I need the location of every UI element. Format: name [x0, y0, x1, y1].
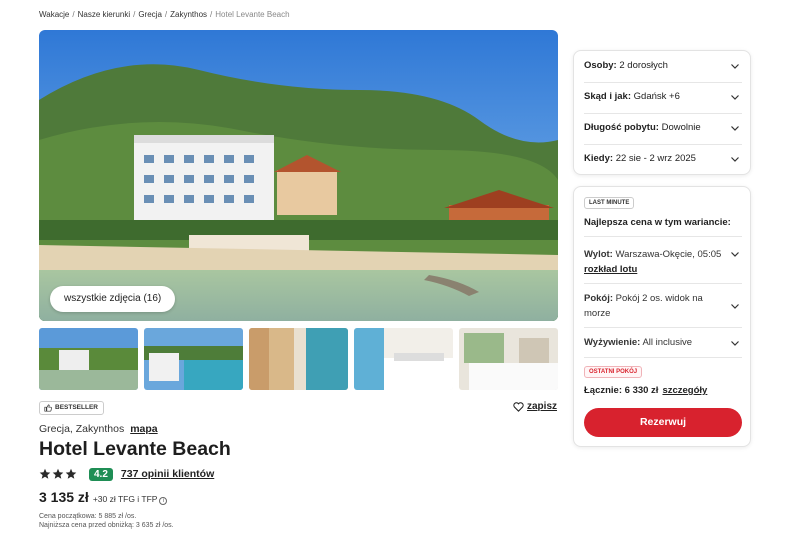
- last-room-badge: OSTATNI POKÓJ: [584, 366, 643, 378]
- thumbs-up-icon: [44, 404, 52, 412]
- lowest-price-note: Najniższa cena przed obniżką: 3 635 zł /…: [39, 522, 174, 529]
- info-icon[interactable]: i: [159, 497, 168, 505]
- board-label: Wyżywienie:: [584, 337, 641, 348]
- breadcrumb-current: Hotel Levante Beach: [215, 10, 290, 19]
- departure-label: Skąd i jak:: [584, 91, 631, 102]
- board-field[interactable]: Wyżywienie: All inclusive: [584, 337, 692, 348]
- search-panel: Osoby: 2 dorosłych Skąd i jak: Gdańsk +6…: [573, 50, 751, 175]
- reviews-link[interactable]: 737 opinii klientów: [121, 468, 214, 480]
- persons-value: 2 dorosłych: [619, 60, 668, 71]
- map-link[interactable]: mapa: [130, 423, 157, 435]
- save-button[interactable]: zapisz: [513, 401, 557, 412]
- flight-value: Warszawa-Okęcie, 05:05: [615, 249, 722, 260]
- persons-field[interactable]: Osoby: 2 dorosłych: [584, 60, 742, 71]
- price: 3 135 zł: [39, 489, 89, 505]
- star-icon: [39, 468, 51, 479]
- total-label: Łącznie: 6 330 zł: [584, 385, 659, 396]
- breadcrumb-item-wakacje[interactable]: Wakacje: [39, 10, 69, 19]
- save-label: zapisz: [527, 401, 558, 412]
- room-field[interactable]: Pokój: Pokój 2 os. widok na morze: [584, 291, 724, 321]
- chevron-down-icon: [731, 304, 739, 309]
- chevron-down-icon: [731, 341, 739, 346]
- thumbnail-4[interactable]: [354, 328, 453, 390]
- departure-field[interactable]: Skąd i jak: Gdańsk +6: [584, 91, 742, 102]
- hotel-title: Hotel Levante Beach: [39, 438, 231, 460]
- breadcrumb: Wakacje / Nasze kierunki / Grecja / Zakynthos /…: [39, 10, 290, 19]
- heart-icon: [513, 401, 524, 412]
- flight-schedule-link[interactable]: rozkład lotu: [584, 264, 637, 275]
- flight-label: Wylot:: [584, 249, 613, 260]
- duration-label: Długość pobytu:: [584, 122, 659, 133]
- chevron-down-icon: [731, 252, 739, 257]
- chevron-down-icon: [731, 157, 739, 162]
- breadcrumb-item-kierunki[interactable]: Nasze kierunki: [78, 10, 130, 19]
- thumbnail-1[interactable]: [39, 328, 138, 390]
- star-icon: [52, 468, 64, 479]
- chevron-down-icon: [731, 64, 739, 69]
- breadcrumb-item-grecja[interactable]: Grecja: [138, 10, 162, 19]
- flight-field[interactable]: Wylot: Warszawa-Okęcie, 05:05 rozkład lo…: [584, 247, 721, 277]
- thumbnail-3[interactable]: [249, 328, 348, 390]
- bestseller-badge: BESTSELLER: [39, 401, 104, 415]
- dates-label: Kiedy:: [584, 153, 614, 164]
- hotel-location: Grecja, Zakynthos mapa: [39, 423, 158, 435]
- hotel-stars: [39, 468, 77, 480]
- details-link[interactable]: szczegóły: [662, 385, 707, 396]
- departure-value: Gdańsk +6: [633, 91, 680, 102]
- thumbnail-strip: [39, 328, 558, 390]
- bestseller-label: BESTSELLER: [55, 404, 98, 411]
- start-price-note: Cena początkowa: 5 885 zł /os.: [39, 513, 137, 520]
- all-photos-button[interactable]: wszystkie zdjęcia (16): [50, 286, 176, 312]
- persons-label: Osoby:: [584, 60, 617, 71]
- last-minute-badge: LAST MINUTE: [584, 197, 635, 209]
- star-icon: [65, 468, 77, 479]
- board-value: All inclusive: [642, 337, 693, 348]
- price-extra: +30 zł TFG i TFP: [92, 494, 158, 504]
- duration-field[interactable]: Długość pobytu: Dowolnie: [584, 122, 742, 133]
- offer-panel: LAST MINUTE Najlepsza cena w tym warianc…: [573, 186, 751, 447]
- chevron-down-icon: [731, 126, 739, 131]
- duration-value: Dowolnie: [661, 122, 701, 133]
- dates-value: 22 sie - 2 wrz 2025: [615, 153, 696, 164]
- location-text: Grecja, Zakynthos: [39, 423, 125, 435]
- best-price-heading: Najlepsza cena w tym wariancie:: [584, 217, 731, 228]
- hero-photo[interactable]: [39, 30, 558, 321]
- reserve-button[interactable]: Rezerwuj: [584, 408, 742, 437]
- total-price: Łącznie: 6 330 zł szczegóły: [584, 385, 707, 396]
- chevron-down-icon: [731, 95, 739, 100]
- breadcrumb-item-zakynthos[interactable]: Zakynthos: [170, 10, 207, 19]
- thumbnail-2[interactable]: [144, 328, 243, 390]
- rating-score: 4.2: [89, 467, 113, 481]
- thumbnail-5[interactable]: [459, 328, 558, 390]
- price-row: 3 135 zł +30 zł TFG i TFP i: [39, 489, 168, 505]
- dates-field[interactable]: Kiedy: 22 sie - 2 wrz 2025: [584, 153, 742, 164]
- rating-row: 4.2 737 opinii klientów: [39, 466, 214, 482]
- room-label: Pokój:: [584, 293, 614, 304]
